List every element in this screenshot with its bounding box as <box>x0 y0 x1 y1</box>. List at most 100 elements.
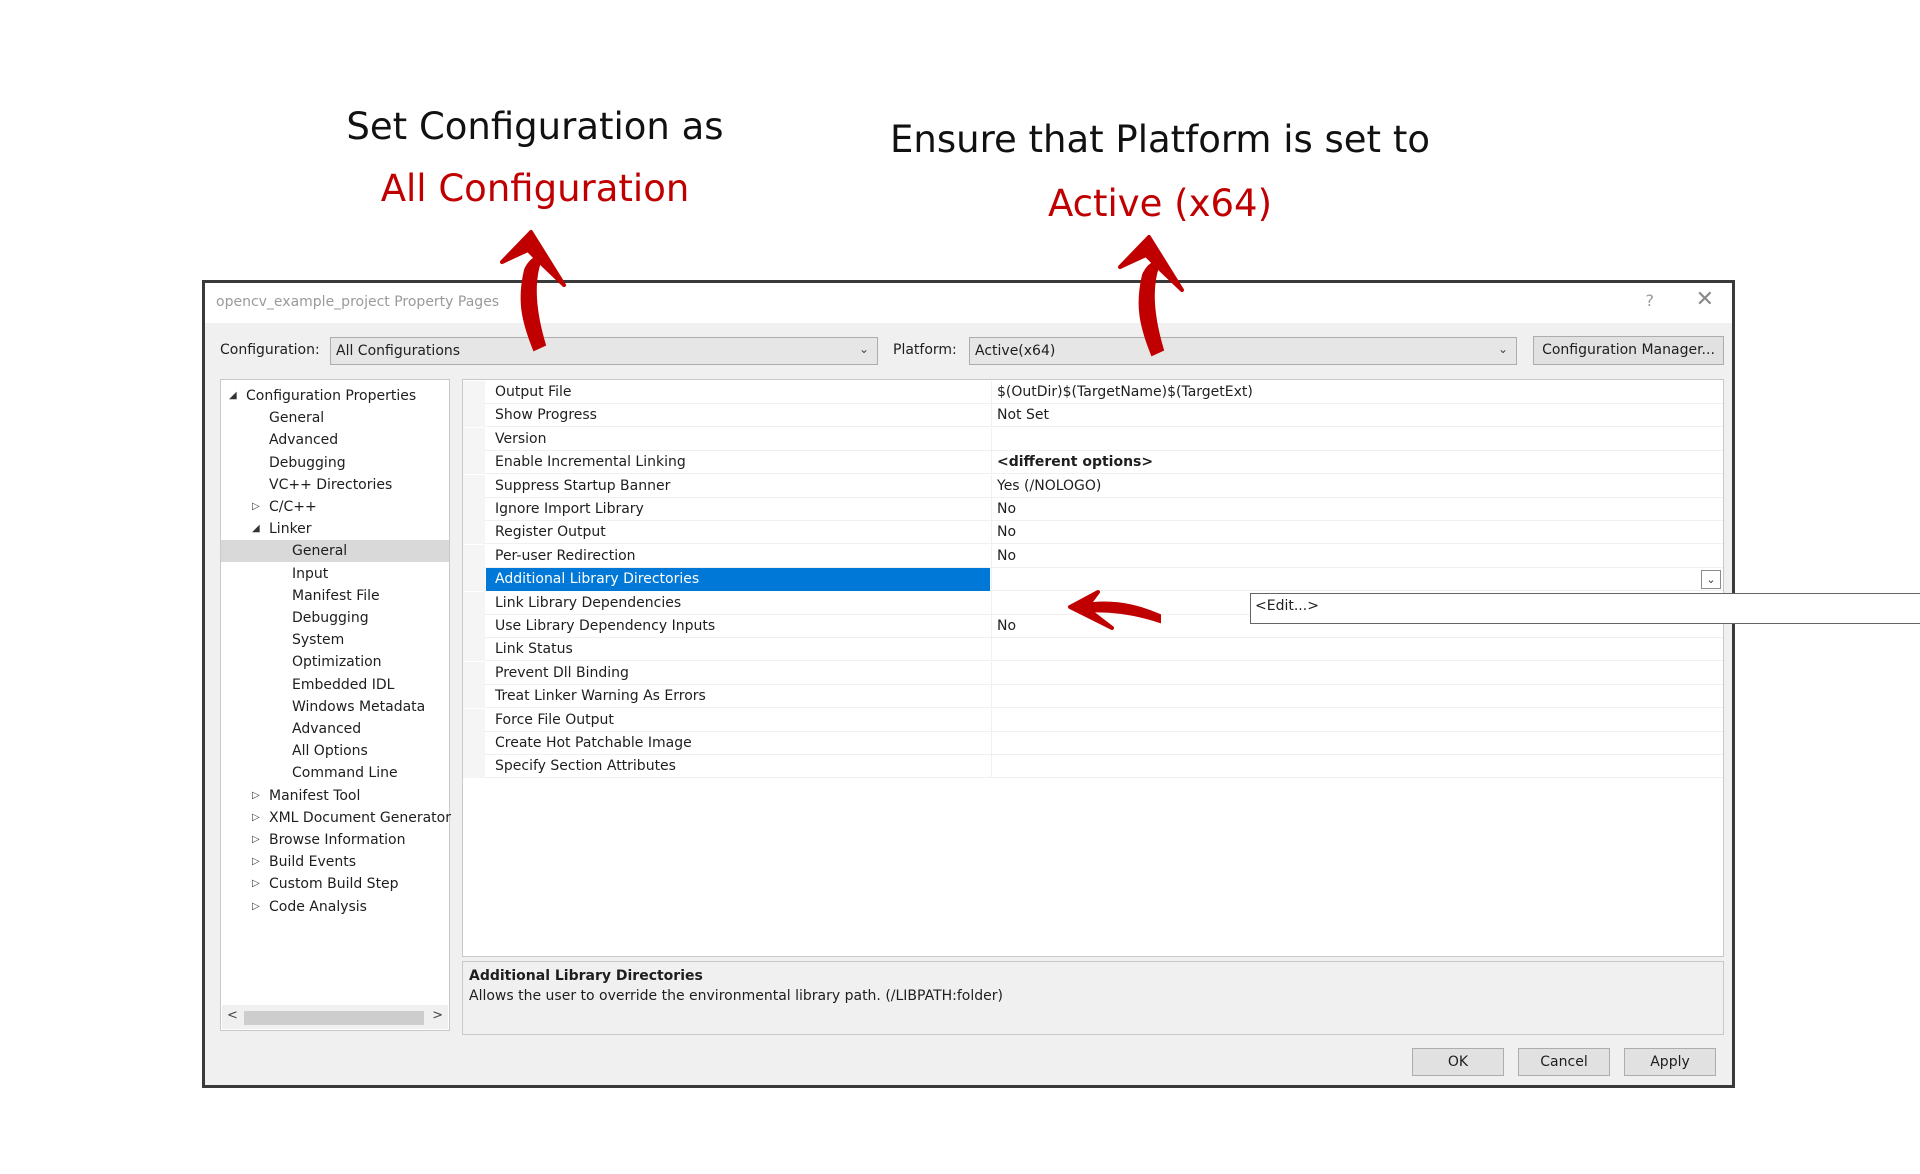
property-name[interactable]: Prevent Dll Binding <box>486 662 990 685</box>
property-row[interactable]: Show Progress Not Set <box>463 404 1723 428</box>
property-value[interactable] <box>991 708 1723 732</box>
tree-item[interactable]: Manifest File <box>221 585 449 607</box>
tree-item-label: Browse Information <box>269 832 406 848</box>
property-value[interactable] <box>991 427 1723 451</box>
tree-item[interactable]: Debugging <box>221 607 449 629</box>
expand-arrow-icon[interactable]: ▷ <box>252 807 260 829</box>
tree-item-label: Optimization <box>292 654 382 671</box>
property-value[interactable] <box>991 638 1723 662</box>
property-row[interactable]: Prevent Dll Binding <box>463 661 1723 685</box>
edit-dropdown[interactable]: <Edit...> <box>1250 593 1920 624</box>
property-name[interactable]: Force File Output <box>486 709 990 732</box>
expand-arrow-icon[interactable]: ▷ <box>252 496 260 518</box>
scroll-thumb[interactable] <box>244 1011 424 1025</box>
configuration-select[interactable]: All Configurations ⌄ <box>330 337 878 365</box>
property-value[interactable] <box>991 661 1723 685</box>
close-icon[interactable]: ✕ <box>1696 287 1714 312</box>
property-row[interactable]: Per-user Redirection No <box>463 544 1723 568</box>
property-row[interactable]: Specify Section Attributes <box>463 755 1723 779</box>
tree-item[interactable]: ▷ XML Document Generator <box>221 807 451 829</box>
property-name[interactable]: Show Progress <box>486 404 990 427</box>
property-row[interactable]: Enable Incremental Linking <different opt… <box>463 451 1723 475</box>
property-value[interactable]: $(OutDir)$(TargetName)$(TargetExt) <box>991 381 1723 404</box>
tree-item[interactable]: Advanced <box>221 429 449 451</box>
property-value[interactable] <box>991 568 1723 592</box>
property-value[interactable] <box>991 685 1723 709</box>
property-name[interactable]: Output File <box>486 381 990 404</box>
tree-item[interactable]: All Options <box>221 740 449 762</box>
property-row[interactable]: Additional Library Directories ⌄ <box>463 568 1723 592</box>
ok-button[interactable]: OK <box>1412 1048 1504 1076</box>
property-row[interactable]: Create Hot Patchable Image <box>463 732 1723 755</box>
scroll-right-icon[interactable]: > <box>432 1008 443 1023</box>
tree-item[interactable]: System <box>221 629 449 651</box>
tree-item[interactable]: ▷ Build Events <box>221 851 449 873</box>
platform-select[interactable]: Active(x64) ⌄ <box>969 337 1517 365</box>
collapse-arrow-icon[interactable]: ◢ <box>252 518 260 540</box>
property-row[interactable]: Register Output No <box>463 521 1723 545</box>
tree-item[interactable]: Debugging <box>221 452 449 474</box>
expand-arrow-icon[interactable]: ▷ <box>252 851 260 873</box>
property-value[interactable]: <different options> <box>991 451 1723 475</box>
tree-item[interactable]: ▷ Code Analysis <box>221 896 449 918</box>
property-row[interactable]: Link Status <box>463 638 1723 662</box>
expand-arrow-icon[interactable]: ▷ <box>252 873 260 895</box>
property-row[interactable]: Treat Linker Warning As Errors <box>463 685 1723 709</box>
expand-arrow-icon[interactable]: ▷ <box>252 785 260 807</box>
tree-item[interactable]: Advanced <box>221 718 449 740</box>
edit-option[interactable]: <Edit...> <box>1255 598 1319 614</box>
property-row[interactable]: Version <box>463 427 1723 451</box>
tree-item-label: Custom Build Step <box>269 876 399 893</box>
tree-item[interactable]: General <box>221 540 449 563</box>
property-name[interactable]: Ignore Import Library <box>486 498 990 521</box>
tree-item[interactable]: ◢ Linker <box>221 518 449 540</box>
property-value[interactable]: No <box>991 521 1723 545</box>
property-value[interactable] <box>991 732 1723 755</box>
tree-item[interactable]: Embedded IDL <box>221 674 449 696</box>
apply-button[interactable]: Apply <box>1624 1048 1716 1076</box>
property-row[interactable]: Suppress Startup Banner Yes (/NOLOGO) <box>463 474 1723 498</box>
property-row[interactable]: Ignore Import Library No <box>463 498 1723 521</box>
property-value[interactable] <box>991 755 1723 779</box>
expand-arrow-icon[interactable]: ▷ <box>252 829 260 851</box>
help-icon[interactable]: ? <box>1646 291 1655 310</box>
property-name[interactable]: Per-user Redirection <box>486 545 990 568</box>
property-name[interactable]: Enable Incremental Linking <box>486 451 990 474</box>
tree-item[interactable]: ◢ Configuration Properties <box>221 385 449 407</box>
tree-item[interactable]: Input <box>221 563 449 585</box>
property-name[interactable]: Additional Library Directories <box>486 568 990 592</box>
tree-item[interactable]: General <box>221 407 449 429</box>
tree-item[interactable]: ▷ C/C++ <box>221 496 449 518</box>
property-name[interactable]: Treat Linker Warning As Errors <box>486 685 990 708</box>
tree-item[interactable]: Windows Metadata <box>221 696 449 718</box>
property-name[interactable]: Link Library Dependencies <box>486 592 990 615</box>
horizontal-scrollbar[interactable]: < > <box>222 1005 448 1029</box>
property-row[interactable]: Output File $(OutDir)$(TargetName)$(Targe… <box>463 381 1723 404</box>
property-value[interactable]: Yes (/NOLOGO) <box>991 474 1723 498</box>
property-value[interactable]: No <box>991 498 1723 521</box>
property-name[interactable]: Link Status <box>486 638 990 661</box>
property-value[interactable]: No <box>991 544 1723 568</box>
configuration-manager-button[interactable]: Configuration Manager... <box>1533 336 1724 365</box>
property-name[interactable]: Specify Section Attributes <box>486 755 990 778</box>
property-name[interactable]: Register Output <box>486 521 990 544</box>
tree-item[interactable]: ▷ Browse Information <box>221 829 449 851</box>
tree-item[interactable]: Optimization <box>221 651 449 673</box>
tree-item[interactable]: Command Line <box>221 762 449 784</box>
scroll-left-icon[interactable]: < <box>227 1008 238 1023</box>
row-gutter <box>463 451 485 475</box>
cancel-button[interactable]: Cancel <box>1518 1048 1610 1076</box>
property-name[interactable]: Suppress Startup Banner <box>486 475 990 498</box>
chevron-down-icon[interactable]: ⌄ <box>1701 570 1721 590</box>
tree-item[interactable]: ▷ Manifest Tool <box>221 785 449 807</box>
collapse-arrow-icon[interactable]: ◢ <box>229 385 237 407</box>
property-name[interactable]: Use Library Dependency Inputs <box>486 615 990 638</box>
tree-item[interactable]: ▷ Custom Build Step <box>221 873 449 895</box>
property-row[interactable]: Force File Output <box>463 708 1723 732</box>
property-value[interactable]: Not Set <box>991 404 1723 428</box>
property-name[interactable]: Create Hot Patchable Image <box>486 732 990 755</box>
property-name[interactable]: Version <box>486 428 990 451</box>
tree-item[interactable]: VC++ Directories <box>221 474 449 496</box>
property-tree[interactable]: ▷ Code Analysis ▷ Custom Build Step ▷ Build E… <box>220 379 451 1031</box>
expand-arrow-icon[interactable]: ▷ <box>252 896 260 918</box>
